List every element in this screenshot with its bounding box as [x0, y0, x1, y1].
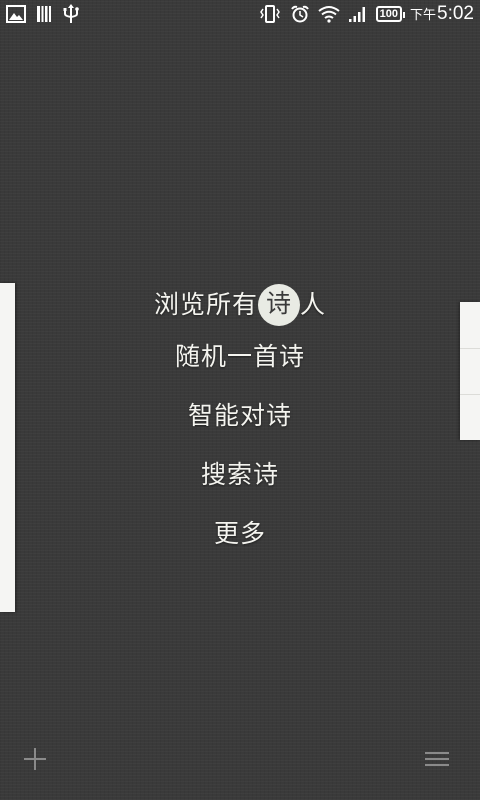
browse-prefix-label: 浏览所有 [153, 290, 258, 319]
wifi-icon [318, 5, 340, 23]
signal-icon [348, 5, 368, 23]
main-menu: 浏览所有诗人 随机一首诗 智能对诗 搜索诗 更多 [0, 280, 480, 568]
hamburger-menu-icon [425, 752, 449, 766]
poem-highlight-badge: 诗 [258, 283, 300, 326]
battery-icon: 100 [375, 6, 406, 22]
menu-button[interactable] [424, 750, 450, 768]
random-poem-item[interactable]: 随机一首诗 [0, 332, 480, 391]
browse-all-poets-item[interactable]: 浏览所有诗人 [0, 280, 480, 332]
usb-icon [62, 4, 80, 24]
status-left [6, 4, 80, 24]
clock-ampm: 下午 [410, 7, 437, 22]
alarm-icon [290, 5, 310, 23]
browse-suffix-label: 人 [300, 290, 327, 319]
clock-time: 5:02 [437, 3, 474, 24]
vibrate-icon [258, 5, 282, 23]
smart-couplet-item[interactable]: 智能对诗 [0, 391, 480, 450]
plus-icon [24, 748, 46, 770]
clock: 下午 5:02 [410, 3, 474, 25]
more-item[interactable]: 更多 [0, 509, 480, 568]
image-icon [6, 5, 26, 23]
search-poem-item[interactable]: 搜索诗 [0, 450, 480, 509]
status-right: 100 下午 5:02 [258, 3, 474, 25]
status-bar: 100 下午 5:02 [0, 0, 480, 28]
add-button[interactable] [22, 746, 48, 772]
barcode-icon [36, 5, 52, 23]
